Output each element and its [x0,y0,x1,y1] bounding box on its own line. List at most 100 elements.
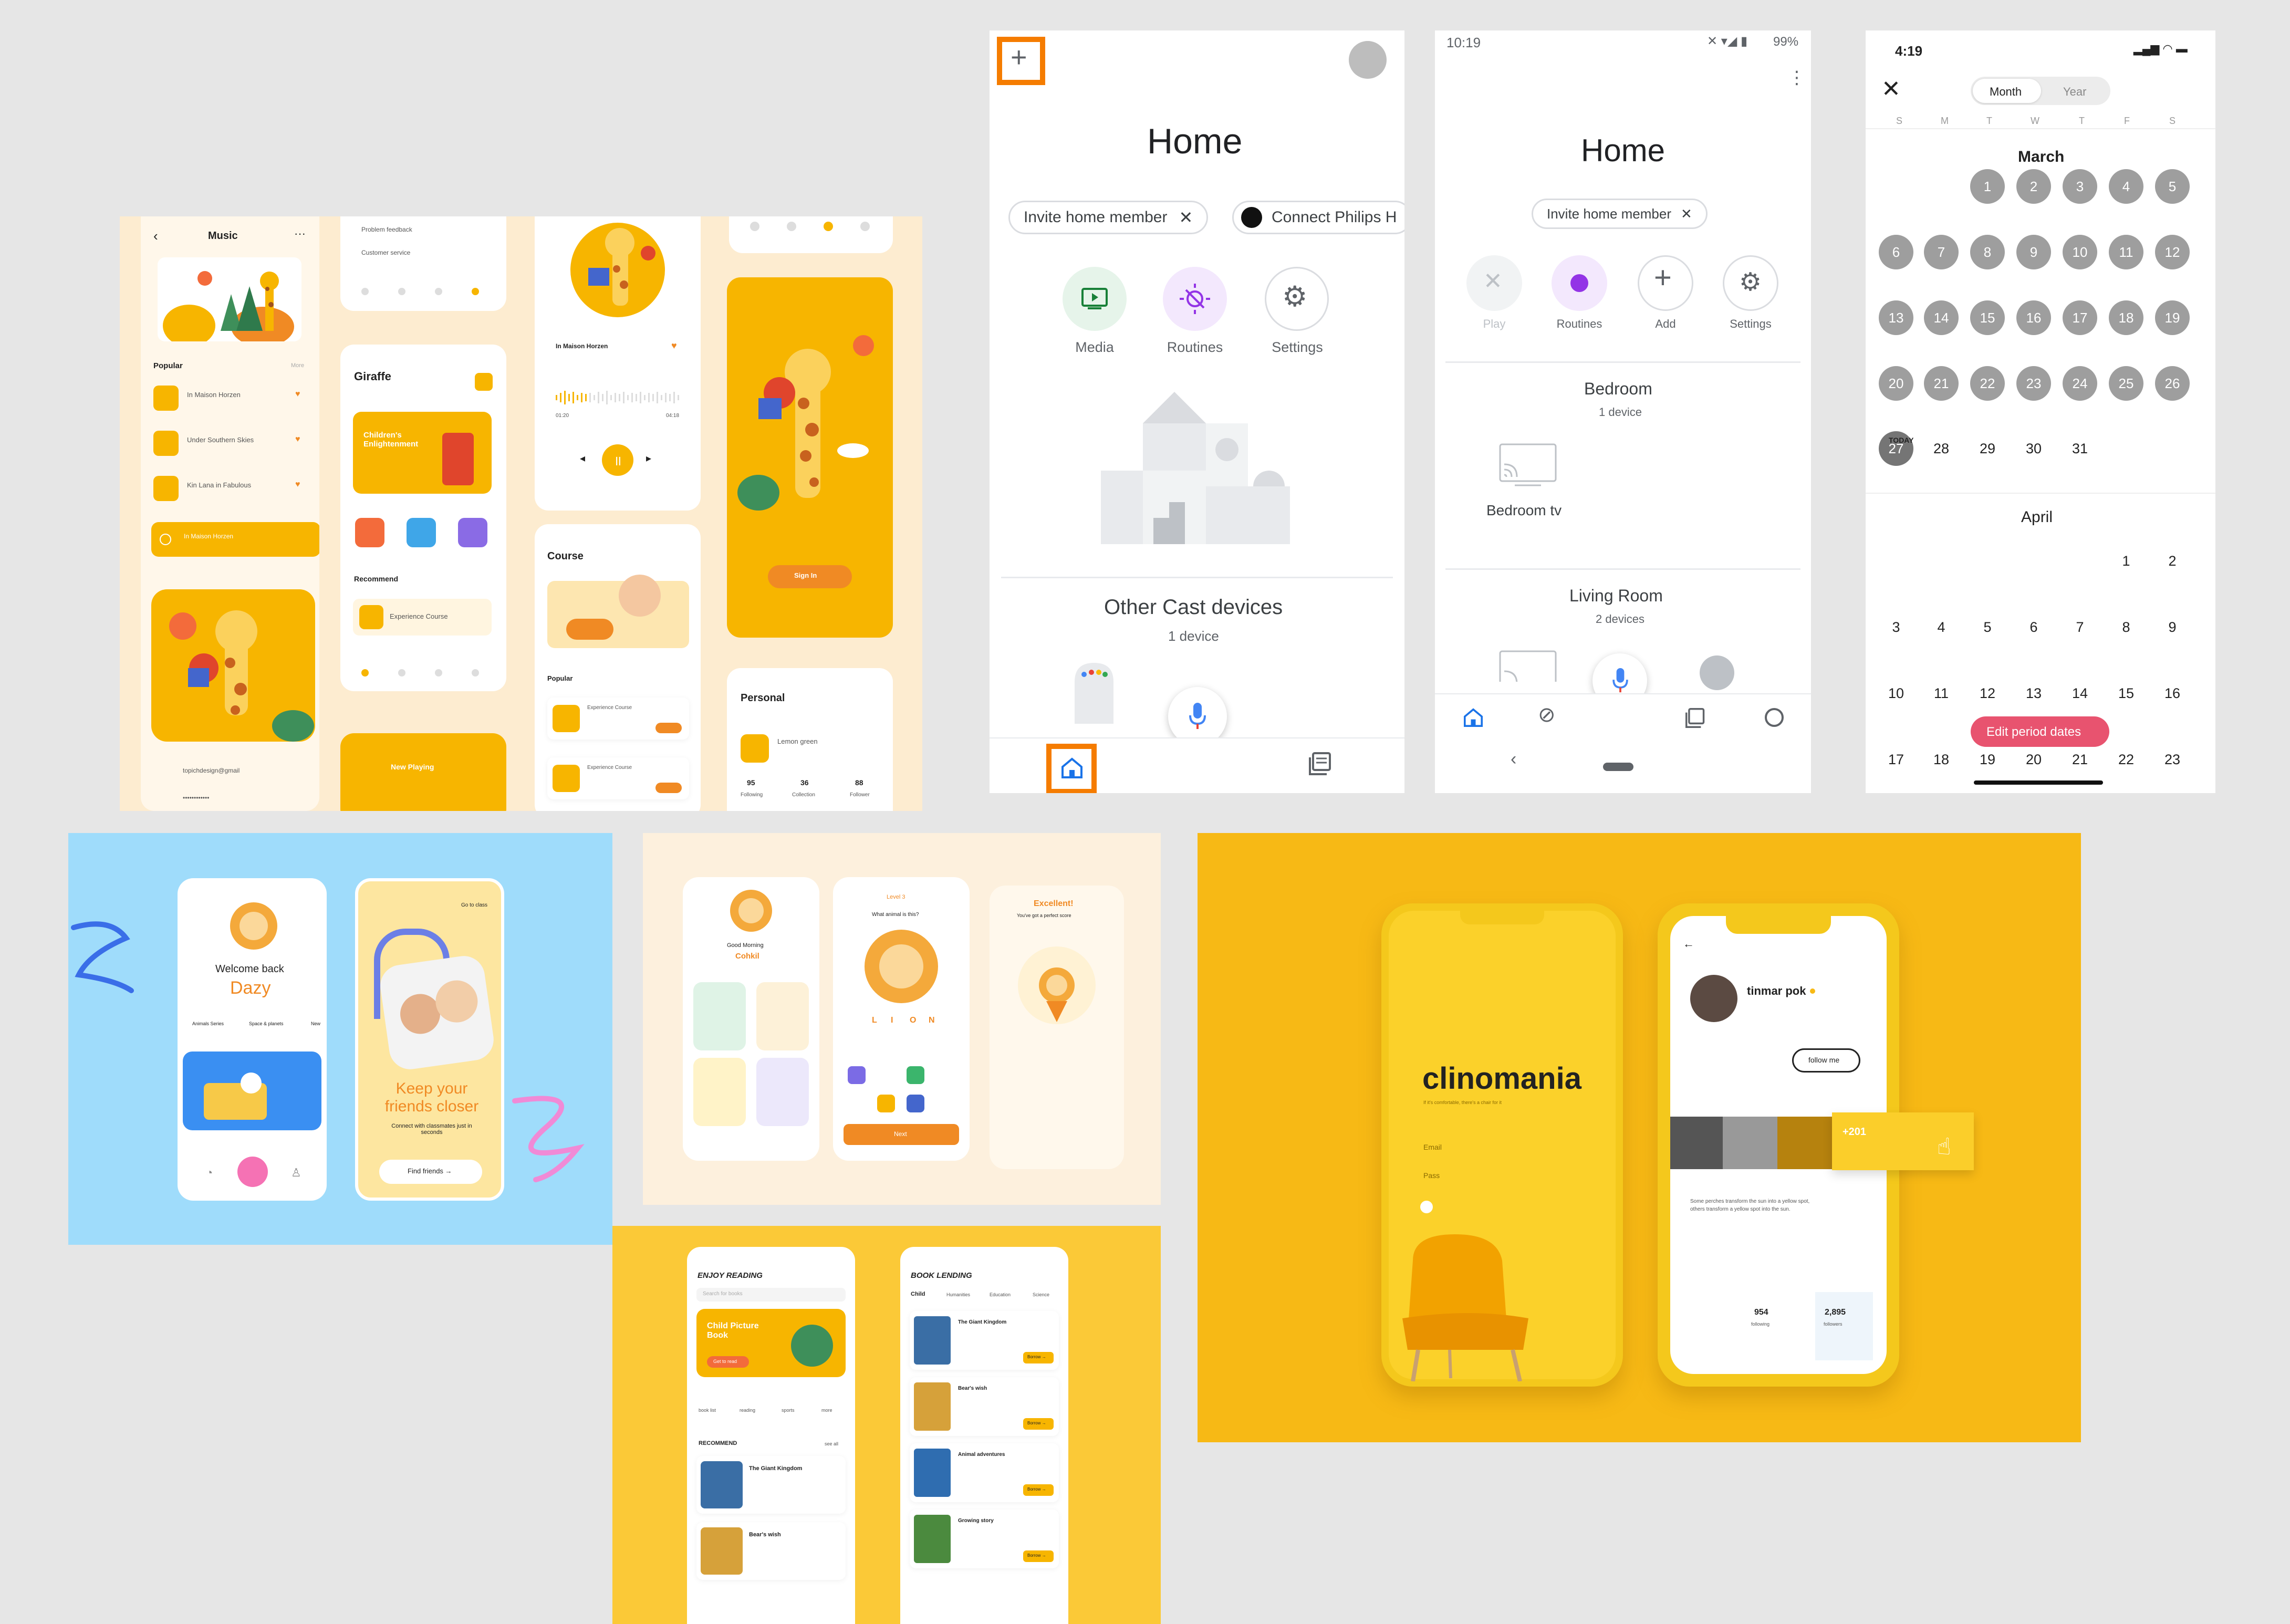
borrow-button[interactable]: Borrow → [1023,1550,1054,1562]
media-button[interactable] [1063,267,1127,331]
category-card[interactable] [756,1058,809,1126]
home-icon[interactable] [1463,708,1483,727]
sign-in-button[interactable]: Sign In [768,565,852,588]
tab-month[interactable]: Month [1973,79,2041,103]
category-item[interactable]: book list [699,1408,716,1413]
letter-tile[interactable] [907,1095,924,1112]
category-item[interactable]: reading [740,1408,755,1413]
back-icon[interactable]: ← [1683,937,1694,951]
tab-education[interactable]: Education [990,1292,1011,1297]
calendar-day[interactable]: 14 [2063,676,2097,711]
next-icon[interactable]: ▸ [646,452,651,465]
letter-tile[interactable] [848,1066,866,1084]
course-row[interactable]: Experience Course [547,698,689,740]
calendar-day[interactable]: 17 [1879,742,1913,777]
find-friends-button[interactable]: Find friends → [379,1160,482,1184]
calendar-day[interactable]: 13 [2016,676,2051,711]
calendar-day[interactable]: 8 [2109,610,2143,644]
calendar-day[interactable]: 10 [1879,676,1913,711]
avatar[interactable] [1349,41,1387,79]
category-item[interactable]: sports [782,1408,795,1413]
password-field[interactable]: Pass [1423,1171,1440,1180]
borrow-button[interactable]: Borrow → [1023,1418,1054,1430]
more-link[interactable]: More [291,362,304,369]
now-playing-bar[interactable]: In Maison Horzen [151,522,319,557]
routines-button[interactable] [1552,255,1607,311]
skip-link[interactable]: Go to class [461,902,487,908]
calendar-day[interactable]: 3 [1879,610,1913,644]
edit-period-button[interactable]: Edit period dates [1971,716,2109,747]
email-field[interactable]: Email [1423,1143,1442,1151]
tab-humanities[interactable]: Humanities [946,1292,970,1297]
play-button[interactable]: ✕ [1466,255,1522,311]
calendar-day[interactable]: 29 [1970,431,2005,466]
calendar-day[interactable]: 19 [2155,300,2190,335]
calendar-day[interactable]: 28 [1924,431,1959,466]
gallery-photo[interactable] [1670,1117,1723,1169]
more-photos-tile[interactable]: +201 ☝ [1832,1112,1974,1170]
calendar-day[interactable]: 12 [2155,235,2190,269]
calendar-day[interactable]: 16 [2155,676,2190,711]
heart-icon[interactable]: ♥ [671,340,677,351]
category-card[interactable] [693,982,746,1050]
feed-icon[interactable] [1309,752,1332,775]
submit-button[interactable] [1420,1201,1433,1213]
settings-button[interactable]: ⚙ [1723,255,1778,311]
calendar-day[interactable]: 23 [2016,366,2051,401]
calendar-day[interactable]: 1 [2109,544,2143,578]
invite-member-chip[interactable]: Invite home member ✕ [1008,201,1209,234]
calendar-day[interactable]: 18 [1924,742,1959,777]
nav-icon[interactable]: ◔ [206,1166,213,1180]
calendar-day[interactable]: 31 [2063,431,2097,466]
calendar-day[interactable]: 24 [2063,366,2097,401]
letter-tile[interactable] [907,1066,924,1084]
speaker-device-icon[interactable] [1071,661,1117,724]
song-row[interactable]: In Maison Horzen ♥ [153,383,311,415]
invite-member-chip[interactable]: Invite home member ✕ [1532,199,1708,229]
book-row[interactable]: Animal adventures Borrow → [910,1443,1059,1502]
more-icon[interactable]: ··· [294,227,306,241]
media-icon[interactable] [1685,708,1706,728]
calendar-day[interactable]: 20 [1879,366,1913,401]
calendar-day[interactable]: 16 [2016,300,2051,335]
tab-year[interactable]: Year [2042,79,2108,103]
speaker-device-icon[interactable] [1700,655,1734,690]
get-read-button[interactable]: Get to read [707,1356,749,1368]
calendar-day[interactable]: 21 [2063,742,2097,777]
picture-book-banner[interactable]: Child Picture Book Get to read [696,1309,846,1377]
home-nav-pill[interactable] [1603,763,1633,771]
center-nav-button[interactable] [237,1157,268,1187]
book-row[interactable]: Bear's wish [696,1522,846,1580]
calendar-day[interactable]: 12 [1970,676,2005,711]
heart-icon[interactable]: ♥ [295,480,300,490]
calendar-day[interactable]: 2 [2016,169,2051,204]
calendar-day[interactable]: 22 [1970,366,2005,401]
close-icon[interactable]: ✕ [1881,76,1901,102]
password-field[interactable]: •••••••••••• [183,794,209,801]
close-icon[interactable]: ✕ [1179,207,1193,227]
calendar-day[interactable]: 14 [1924,300,1959,335]
email-field[interactable]: topichdesign@gmail [183,767,240,774]
account-icon[interactable] [1765,708,1784,727]
book-row[interactable]: Growing story Borrow → [910,1510,1059,1568]
tv-icon[interactable] [1499,650,1557,682]
gallery-photo[interactable] [1723,1117,1777,1169]
calendar-day[interactable]: 20 [2016,742,2051,777]
now-playing-card[interactable]: New Playing [340,733,506,811]
calendar-day[interactable]: 13 [1879,300,1913,335]
calendar-day[interactable]: 19 [1970,742,2005,777]
tab-science[interactable]: Science [1033,1292,1049,1297]
routines-button[interactable] [1163,267,1227,331]
borrow-button[interactable]: Borrow → [1023,1484,1054,1496]
letter-tile[interactable] [877,1095,895,1112]
connect-philips-chip[interactable]: Connect Philips H [1232,201,1404,234]
calendar-day[interactable]: 7 [2063,610,2097,644]
calendar-day[interactable]: 8 [1970,235,2005,269]
home-tab[interactable] [1046,744,1097,793]
calendar-day[interactable]: 2 [2155,544,2190,578]
calendar-day[interactable]: 11 [2109,235,2143,269]
calendar-day[interactable]: 4 [2109,169,2143,204]
tab-child[interactable]: Child [911,1291,925,1297]
calendar-day[interactable]: 6 [2016,610,2051,644]
see-all-link[interactable]: see all [825,1441,838,1446]
